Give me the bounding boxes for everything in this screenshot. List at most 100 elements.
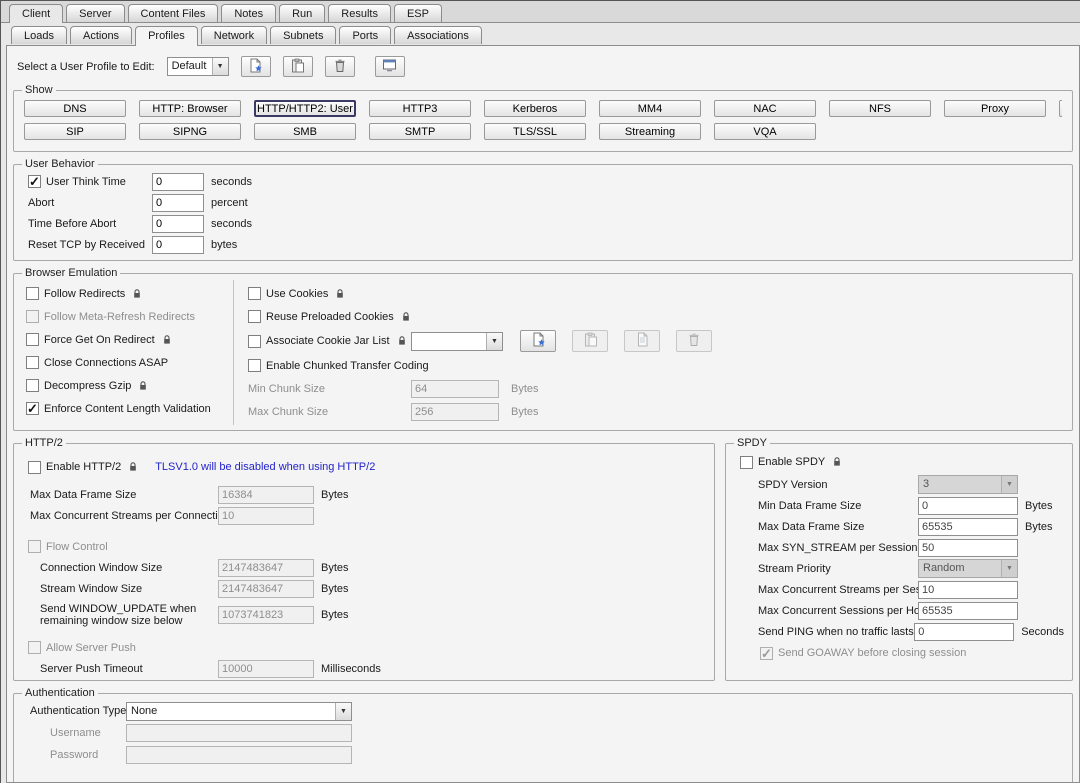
show-button-vqa[interactable]: VQA bbox=[714, 123, 816, 140]
spdy-priority-select: Random ▼ bbox=[918, 559, 1018, 578]
profile-select[interactable]: Default ▼ bbox=[167, 57, 229, 76]
show-button-http-browser[interactable]: HTTP: Browser bbox=[139, 100, 241, 117]
new-page-star-icon bbox=[531, 332, 546, 350]
show-button-http3[interactable]: HTTP3 bbox=[369, 100, 471, 117]
reset-tcp-input[interactable] bbox=[152, 236, 204, 254]
auth-type-select[interactable]: None ▼ bbox=[126, 702, 352, 721]
show-button-nfs[interactable]: NFS bbox=[829, 100, 931, 117]
chunked-coding-row: Enable Chunked Transfer Coding bbox=[248, 354, 1064, 377]
authentication-legend: Authentication bbox=[22, 687, 98, 699]
time-before-abort-input[interactable] bbox=[152, 215, 204, 233]
lock-icon bbox=[129, 462, 137, 472]
profile-select-value: Default bbox=[168, 58, 212, 75]
show-button-kerberos[interactable]: Kerberos bbox=[484, 100, 586, 117]
spdy-version-value: 3 bbox=[919, 476, 1001, 493]
show-button-mm4[interactable]: MM4 bbox=[599, 100, 701, 117]
reuse-cookies-checkbox[interactable] bbox=[248, 310, 261, 323]
close-connections-checkbox[interactable] bbox=[26, 356, 39, 369]
spdy-ping-input[interactable] bbox=[914, 623, 1014, 641]
abort-input[interactable] bbox=[152, 194, 204, 212]
tab-profiles[interactable]: Profiles bbox=[135, 26, 198, 46]
spdy-max-syn-input[interactable] bbox=[918, 539, 1018, 557]
spdy-max-syn-label: Max SYN_STREAM per Session bbox=[734, 542, 918, 554]
show-button-http-http2-user[interactable]: HTTP/HTTP2: User bbox=[254, 100, 356, 117]
connection-window-unit: Bytes bbox=[321, 562, 349, 574]
cookie-jar-checkbox[interactable] bbox=[248, 335, 261, 348]
connection-window-input bbox=[218, 559, 314, 577]
browser-emulation-group: Browser Emulation Follow Redirects Follo… bbox=[13, 267, 1073, 431]
new-cookie-jar-button[interactable] bbox=[520, 330, 556, 352]
lock-icon bbox=[139, 381, 147, 391]
spdy-max-streams-input[interactable] bbox=[918, 581, 1018, 599]
chevron-down-icon: ▼ bbox=[212, 58, 228, 75]
decompress-gzip-checkbox[interactable] bbox=[26, 379, 39, 392]
max-chunk-label: Max Chunk Size bbox=[248, 406, 328, 418]
show-button-smb[interactable]: SMB bbox=[254, 123, 356, 140]
spdy-ping-label: Send PING when no traffic lasts bbox=[734, 626, 914, 638]
max-chunk-input bbox=[411, 403, 499, 421]
spdy-max-sessions-input[interactable] bbox=[918, 602, 1018, 620]
http2-max-frame-label: Max Data Frame Size bbox=[22, 489, 218, 501]
follow-redirects-checkbox[interactable] bbox=[26, 287, 39, 300]
properties-profile-button[interactable] bbox=[375, 56, 405, 77]
tab-network[interactable]: Network bbox=[201, 26, 267, 44]
enable-http2-label: Enable HTTP/2 bbox=[46, 461, 121, 473]
window-update-label: Send WINDOW_UPDATE when remaining window… bbox=[22, 603, 218, 627]
enable-http2-checkbox[interactable] bbox=[28, 461, 41, 474]
delete-profile-button[interactable] bbox=[325, 56, 355, 77]
show-button-smtp[interactable]: SMTP bbox=[369, 123, 471, 140]
copy-profile-button[interactable] bbox=[283, 56, 313, 77]
tab-content-files[interactable]: Content Files bbox=[128, 4, 219, 22]
min-chunk-unit: Bytes bbox=[511, 383, 539, 395]
tab-associations[interactable]: Associations bbox=[394, 26, 482, 44]
new-profile-button[interactable] bbox=[241, 56, 271, 77]
force-get-checkbox[interactable] bbox=[26, 333, 39, 346]
cookie-jar-select-value bbox=[412, 333, 486, 350]
tab-subnets[interactable]: Subnets bbox=[270, 26, 336, 44]
tab-ports[interactable]: Ports bbox=[339, 26, 391, 44]
tab-actions[interactable]: Actions bbox=[70, 26, 132, 44]
chevron-down-icon: ▼ bbox=[486, 333, 502, 350]
password-label: Password bbox=[22, 749, 126, 761]
spdy-max-syn-row: Max SYN_STREAM per Session bbox=[734, 537, 1064, 558]
chunked-coding-label: Enable Chunked Transfer Coding bbox=[266, 360, 429, 372]
show-button-sip[interactable]: SIP bbox=[24, 123, 126, 140]
tab-esp[interactable]: ESP bbox=[394, 4, 442, 22]
spdy-min-frame-input[interactable] bbox=[918, 497, 1018, 515]
force-get-row: Force Get On Redirect bbox=[26, 328, 233, 351]
enforce-length-checkbox[interactable] bbox=[26, 402, 39, 415]
tab-server[interactable]: Server bbox=[66, 4, 124, 22]
application-window: Client Server Content Files Notes Run Re… bbox=[0, 0, 1080, 783]
edit-cookie-jar-button bbox=[624, 330, 660, 352]
tab-client[interactable]: Client bbox=[9, 4, 63, 23]
chunked-coding-checkbox[interactable] bbox=[248, 359, 261, 372]
flow-control-checkbox bbox=[28, 540, 41, 553]
tab-results[interactable]: Results bbox=[328, 4, 391, 22]
cookie-jar-select[interactable]: ▼ bbox=[411, 332, 503, 351]
tab-notes[interactable]: Notes bbox=[221, 4, 276, 22]
show-button-clipped[interactable] bbox=[1059, 100, 1062, 117]
user-think-time-checkbox[interactable] bbox=[28, 175, 41, 188]
cookie-jar-label: Associate Cookie Jar List bbox=[266, 335, 390, 347]
tab-loads[interactable]: Loads bbox=[11, 26, 67, 44]
show-button-nac[interactable]: NAC bbox=[714, 100, 816, 117]
http2-max-frame-input bbox=[218, 486, 314, 504]
show-button-tls-ssl[interactable]: TLS/SSL bbox=[484, 123, 586, 140]
enable-spdy-checkbox[interactable] bbox=[740, 456, 753, 469]
enable-http2-row: Enable HTTP/2 TLSV1.0 will be disabled w… bbox=[22, 450, 706, 484]
user-think-time-input[interactable] bbox=[152, 173, 204, 191]
show-button-sipng[interactable]: SIPNG bbox=[139, 123, 241, 140]
lock-icon bbox=[336, 289, 344, 299]
use-cookies-checkbox[interactable] bbox=[248, 287, 261, 300]
tab-run[interactable]: Run bbox=[279, 4, 325, 22]
show-button-streaming[interactable]: Streaming bbox=[599, 123, 701, 140]
show-button-proxy[interactable]: Proxy bbox=[944, 100, 1046, 117]
meta-refresh-label: Follow Meta-Refresh Redirects bbox=[44, 311, 195, 323]
reset-tcp-row: Reset TCP by Received bytes bbox=[22, 234, 1064, 255]
window-update-unit: Bytes bbox=[321, 609, 349, 621]
time-before-abort-row: Time Before Abort seconds bbox=[22, 213, 1064, 234]
user-think-time-row: User Think Time seconds bbox=[22, 171, 1064, 192]
show-button-dns[interactable]: DNS bbox=[24, 100, 126, 117]
authentication-group: Authentication Authentication Type None … bbox=[13, 687, 1073, 783]
spdy-max-frame-input[interactable] bbox=[918, 518, 1018, 536]
